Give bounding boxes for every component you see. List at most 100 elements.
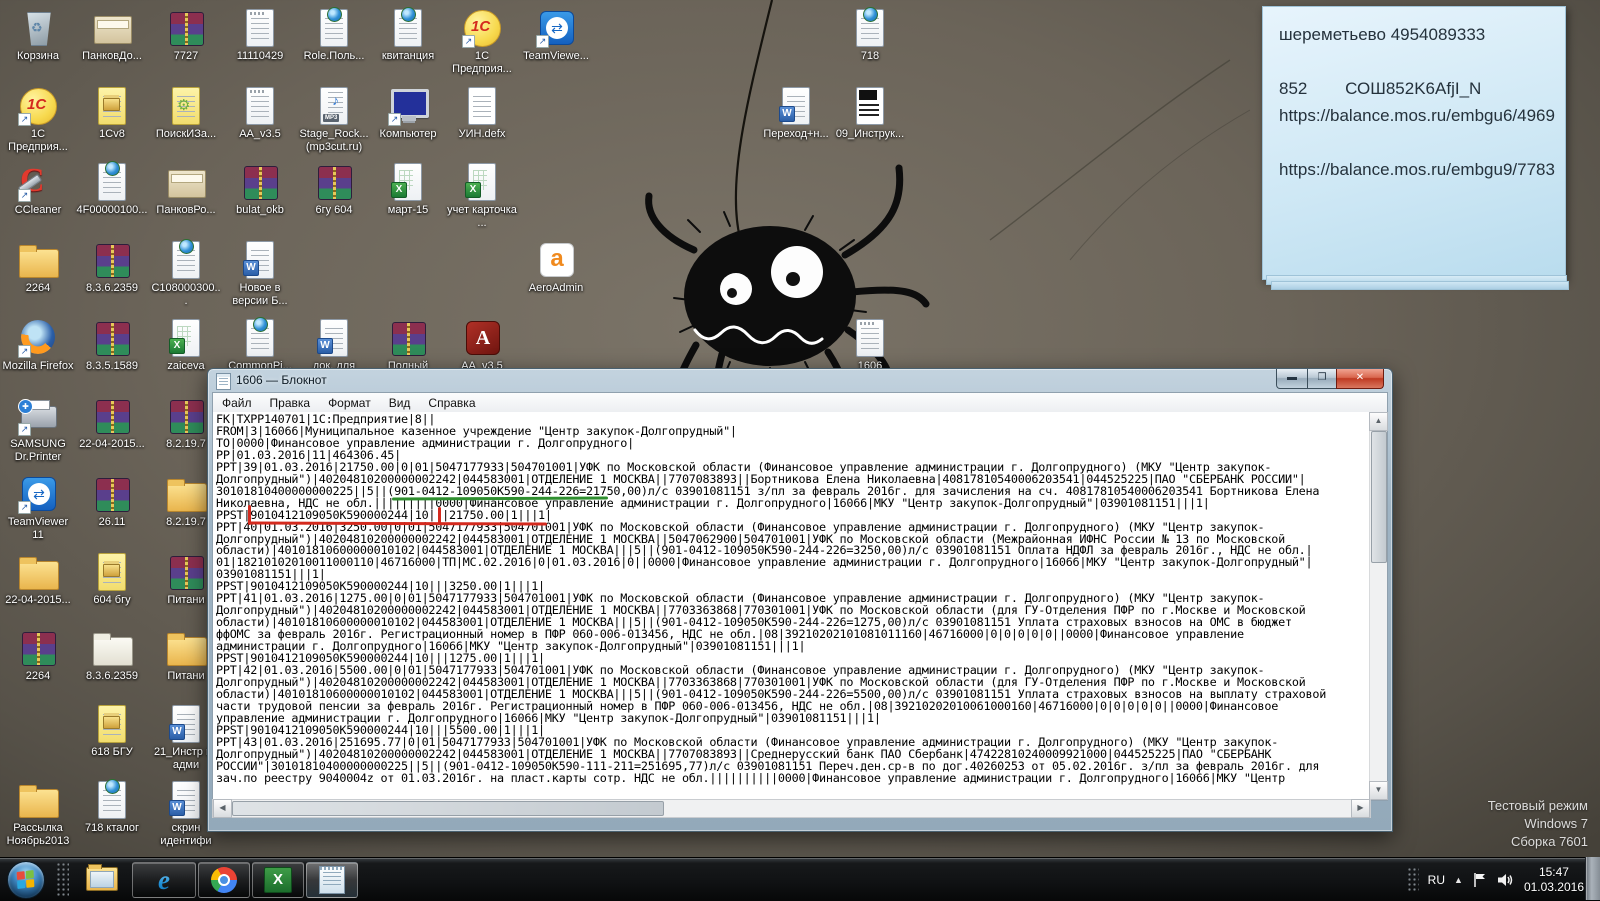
- menu-Справка[interactable]: Справка: [419, 394, 484, 412]
- folder-icon: [164, 474, 208, 514]
- rar-icon: [90, 474, 134, 514]
- volume-icon[interactable]: [1497, 872, 1515, 888]
- desktop-icon[interactable]: aAeroAdmin: [520, 240, 592, 295]
- language-indicator[interactable]: RU: [1428, 873, 1445, 887]
- desktop-icon[interactable]: 22-04-2015...: [2, 552, 74, 607]
- desktop-icon[interactable]: AAA_v3.5: [446, 318, 518, 373]
- desktop-icon[interactable]: 11110429: [224, 8, 296, 63]
- desktop-icon[interactable]: март-15: [372, 162, 444, 217]
- notepad-window[interactable]: 1606 — Блокнот ▬ ❐ ✕ ФайлПравкаФорматВид…: [207, 368, 1393, 832]
- menu-Файл[interactable]: Файл: [213, 394, 261, 412]
- desktop-icon[interactable]: 8.3.6.2359: [76, 240, 148, 295]
- start-button[interactable]: [7, 861, 45, 899]
- desktop-icon[interactable]: Рассылка Ноябрь2013: [2, 780, 74, 848]
- desktop-icon[interactable]: zaiceva: [150, 318, 222, 373]
- clock[interactable]: 15:47 01.03.2016: [1524, 865, 1584, 895]
- desktop-icon[interactable]: ↗1С Предприя...: [2, 86, 74, 154]
- desktop-icon[interactable]: 7727: [150, 8, 222, 63]
- desktop-icon-label: 11110429: [224, 50, 296, 63]
- desktop-icon-label: 718: [834, 50, 906, 63]
- scroll-right-arrow[interactable]: ▶: [1351, 799, 1370, 818]
- desktop-icon[interactable]: 4F00000100...: [76, 162, 148, 217]
- desktop-icon[interactable]: C↗CCleaner: [2, 162, 74, 217]
- desktop-icon[interactable]: 6гу 604: [298, 162, 370, 217]
- menu-Вид[interactable]: Вид: [380, 394, 420, 412]
- vertical-scrollbar[interactable]: ▲ ▼: [1369, 412, 1387, 800]
- desktop-icon[interactable]: С108000300...: [150, 240, 222, 308]
- notepad-titlebar[interactable]: 1606 — Блокнот ▬ ❐ ✕: [208, 369, 1392, 392]
- desktop-icon[interactable]: УИН.defx: [446, 86, 518, 141]
- sticky-note[interactable]: шереметьево 4954089333 852 СОШ852K6AfjI_…: [1262, 6, 1566, 280]
- desktop-icon[interactable]: 8.3.6.2359: [76, 628, 148, 683]
- close-button[interactable]: ✕: [1336, 369, 1384, 389]
- desktop-icon-label: SAMSUNG Dr.Printer: [2, 438, 74, 464]
- word-icon: [312, 318, 356, 358]
- tray-drag-handle[interactable]: [1407, 867, 1419, 893]
- desktop-icon[interactable]: 2264: [2, 628, 74, 683]
- desktop-icon[interactable]: ПанковДо...: [76, 8, 148, 63]
- notepad-taskbar-button[interactable]: [306, 862, 358, 898]
- toolbar-drag-handle[interactable]: [56, 862, 69, 896]
- desktop-icon[interactable]: Новое в версии Б...: [224, 240, 296, 308]
- rar-icon: [164, 552, 208, 592]
- tray-expand-arrow-icon[interactable]: ▲: [1454, 875, 1463, 885]
- scroll-up-arrow[interactable]: ▲: [1369, 412, 1388, 431]
- desktop-icon-label: 26.11: [76, 516, 148, 529]
- internet-explorer-taskbar-button[interactable]: e: [132, 862, 196, 898]
- xmldoc-icon: [848, 8, 892, 48]
- horizontal-scrollbar[interactable]: ◀ ▶: [212, 799, 1371, 818]
- scroll-down-arrow[interactable]: ▼: [1369, 781, 1388, 800]
- desktop-icon[interactable]: Stage_Rock... (mp3cut.ru): [298, 86, 370, 154]
- scroll-left-arrow[interactable]: ◀: [213, 799, 232, 818]
- desktop-icon[interactable]: 604 бгу: [76, 552, 148, 607]
- desktop-icon[interactable]: ↗1С Предприя...: [446, 8, 518, 76]
- maximize-button[interactable]: ❐: [1307, 369, 1337, 389]
- show-desktop-button[interactable]: [1585, 857, 1600, 900]
- minimize-button[interactable]: ▬: [1276, 369, 1308, 389]
- plainfile-icon: [460, 86, 504, 126]
- chrome-taskbar-button[interactable]: [198, 862, 250, 898]
- menu-Правка[interactable]: Правка: [261, 394, 320, 412]
- desktop-icon[interactable]: 618 БГУ: [76, 704, 148, 759]
- desktop-icon[interactable]: ↗TeamViewer 11: [2, 474, 74, 542]
- internet-explorer-icon: e: [158, 865, 170, 896]
- desktop-icon[interactable]: ПанковРо...: [150, 162, 222, 217]
- desktop-icon[interactable]: ↗SAMSUNG Dr.Printer: [2, 396, 74, 464]
- desktop-icon[interactable]: Полный: [372, 318, 444, 373]
- desktop-icon[interactable]: 09_Инструк...: [834, 86, 906, 141]
- menu-Формат[interactable]: Формат: [319, 394, 380, 412]
- desktop-icon[interactable]: 2264: [2, 240, 74, 295]
- desktop-icon[interactable]: 26.11: [76, 474, 148, 529]
- desktop-icon[interactable]: ПоискИЗа...: [150, 86, 222, 141]
- desktop-icon[interactable]: квитанция: [372, 8, 444, 63]
- notepad-icon: [216, 373, 231, 390]
- desktop-icon[interactable]: 1Cv8: [76, 86, 148, 141]
- rar-icon: [90, 240, 134, 280]
- excel-icon: [386, 162, 430, 202]
- desktop-icon[interactable]: CommonPi...: [224, 318, 296, 373]
- desktop-icon[interactable]: Корзина: [2, 8, 74, 63]
- desktop-icon[interactable]: ↗Компьютер: [372, 86, 444, 141]
- explorer-taskbar-button[interactable]: [80, 864, 124, 894]
- taskbar: e X RU ▲ 15:47 01.03.2016: [0, 857, 1600, 901]
- desktop-icon[interactable]: Переход+н...: [760, 86, 832, 141]
- action-center-flag-icon[interactable]: [1472, 872, 1488, 888]
- horizontal-scroll-thumb[interactable]: [232, 801, 664, 816]
- desktop-icon[interactable]: bulat_okb: [224, 162, 296, 217]
- onec-icon: ↗: [16, 86, 60, 126]
- desktop-icon-label: ПанковДо...: [76, 50, 148, 63]
- notepad-text-area[interactable]: FK|TXPP140701|1С:Предприятие|8|| FROM|3|…: [213, 412, 1370, 800]
- onecfile-icon: [90, 86, 134, 126]
- desktop-icon[interactable]: AA_v3.5: [224, 86, 296, 141]
- desktop-icon[interactable]: ↗Mozilla Firefox: [2, 318, 74, 373]
- desktop-icon[interactable]: Role.Поль...: [298, 8, 370, 63]
- excel-taskbar-button[interactable]: X: [252, 862, 304, 898]
- desktop-icon[interactable]: 1606: [834, 318, 906, 373]
- desktop-icon[interactable]: ↗TeamViewe...: [520, 8, 592, 63]
- desktop-icon[interactable]: 718 кталог: [76, 780, 148, 835]
- desktop-icon[interactable]: учет карточка ...: [446, 162, 518, 230]
- desktop-icon[interactable]: 718: [834, 8, 906, 63]
- desktop-icon[interactable]: 8.3.5.1589: [76, 318, 148, 373]
- vertical-scroll-thumb[interactable]: [1371, 431, 1387, 563]
- desktop-icon[interactable]: 22-04-2015...: [76, 396, 148, 451]
